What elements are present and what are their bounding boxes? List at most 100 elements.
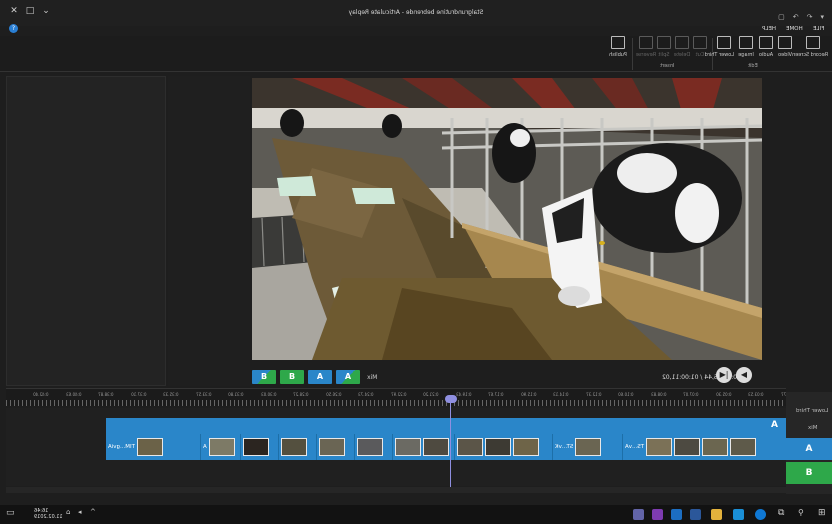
- reverse-button[interactable]: Reverse: [636, 36, 656, 58]
- ruler-label: 0:05.30: [715, 392, 731, 397]
- store-icon[interactable]: [755, 509, 766, 520]
- track-a-lane[interactable]: A: [106, 418, 786, 434]
- mix-track-label: Mix: [808, 425, 818, 431]
- tab-home[interactable]: HOME: [786, 26, 803, 36]
- network-icon[interactable]: ⌂: [66, 508, 70, 516]
- clip-thumbnail: [702, 438, 729, 456]
- delete-button[interactable]: Delete: [672, 36, 692, 58]
- sequence-buttons: B B A A: [252, 370, 360, 384]
- redo-icon[interactable]: ↷: [807, 13, 813, 21]
- playhead-handle[interactable]: [445, 395, 457, 403]
- clip-label: TIM...gviA: [108, 444, 136, 450]
- timeline-clip[interactable]: [393, 434, 455, 460]
- os-taskbar: ▭ 16:46 11.02.2019 ⌂ ◂ ^ ⧉ ⚲ ⊞: [0, 505, 832, 524]
- customize-icon[interactable]: ▾: [820, 13, 824, 21]
- lower-third-button[interactable]: Lower Third: [704, 36, 734, 58]
- timeline-clip[interactable]: TS...vA: [623, 434, 786, 460]
- image-button[interactable]: Image: [736, 36, 756, 58]
- timeline-scrollbar[interactable]: [6, 487, 786, 493]
- seq-b-button[interactable]: B: [280, 370, 304, 384]
- clip-thumbnail: [513, 438, 539, 456]
- tray-arrow-icon[interactable]: ^: [90, 508, 96, 516]
- timeline-clip[interactable]: [455, 434, 553, 460]
- timeline-clip[interactable]: [279, 434, 317, 460]
- timeline-clip[interactable]: [241, 434, 279, 460]
- outlook-icon[interactable]: [671, 509, 682, 520]
- timeline-clip[interactable]: A: [201, 434, 241, 460]
- record-screen-button[interactable]: Record Screen: [792, 36, 828, 58]
- taskbar-clock[interactable]: 16:46 11.02.2019: [34, 508, 63, 520]
- track-a-label: A: [771, 420, 778, 430]
- edge-icon[interactable]: [733, 509, 744, 520]
- menu-tabs: HELP HOME FILE: [762, 26, 824, 36]
- tab-help[interactable]: HELP: [762, 26, 776, 36]
- publish-button[interactable]: Publish: [608, 36, 628, 58]
- clip-thumbnail: [730, 438, 757, 456]
- clip-thumbnail: [137, 438, 164, 456]
- mix-label: Mix: [367, 374, 378, 381]
- file-explorer-icon[interactable]: [711, 509, 722, 520]
- timeline-clip[interactable]: [317, 434, 355, 460]
- ruler-label: 0:10.60: [618, 392, 634, 397]
- lower-third-icon: [717, 36, 731, 49]
- volume-icon[interactable]: ◂: [78, 508, 82, 516]
- timeline-ruler[interactable]: 0:42.40 0:40.63 0:38.87 0:37.10 0:35.33 …: [6, 388, 796, 406]
- media-library-panel[interactable]: [6, 76, 166, 386]
- window-title: Stalgrundrutine bebrende - Articulate Re…: [348, 9, 484, 16]
- timeline-clip[interactable]: [355, 434, 393, 460]
- seq-mix-a-button[interactable]: A: [336, 370, 360, 384]
- ruler-label: 0:40.63: [65, 392, 81, 397]
- ruler-label: 0:12.37: [585, 392, 601, 397]
- undo-icon[interactable]: ↶: [793, 13, 799, 21]
- clip-thumbnail: [208, 438, 235, 456]
- timeline-clip[interactable]: ST...vK: [553, 434, 623, 460]
- video-icon: [778, 36, 792, 49]
- ruler-label: 0:35.33: [163, 392, 179, 397]
- word-icon[interactable]: [690, 509, 701, 520]
- task-view-icon[interactable]: ⧉: [778, 508, 784, 518]
- track-a-header[interactable]: A: [786, 438, 832, 460]
- ruler-label: 0:30.03: [260, 392, 276, 397]
- clip-label: TS...vA: [625, 444, 645, 450]
- clip-thumbnail: [243, 438, 269, 456]
- track-b-header[interactable]: B: [786, 462, 832, 484]
- clip-thumbnail: [357, 438, 383, 456]
- quick-access-toolbar: ▢ ↶ ↷ ▾: [778, 13, 824, 21]
- next-frame-button[interactable]: ▶|: [716, 367, 732, 383]
- publish-icon: [611, 36, 625, 49]
- seq-mix-b-button[interactable]: B: [252, 370, 276, 384]
- clip-thumbnail: [423, 438, 449, 456]
- play-button[interactable]: ◀: [736, 367, 752, 383]
- ruler-label: 0:17.67: [488, 392, 504, 397]
- ruler-label: 0:22.97: [390, 392, 406, 397]
- ruler-label: 0:07.07: [683, 392, 699, 397]
- ruler-label: 0:14.13: [553, 392, 569, 397]
- start-icon[interactable]: ⊞: [818, 508, 826, 518]
- lower-third-label: Lower Third: [704, 52, 734, 58]
- save-icon[interactable]: ▢: [778, 13, 785, 21]
- help-icon[interactable]: ?: [9, 24, 18, 33]
- video-preview[interactable]: [252, 78, 762, 360]
- timeline-clip[interactable]: TIM...gviA: [106, 434, 201, 460]
- clip-label: A: [203, 444, 207, 450]
- search-icon[interactable]: ⚲: [798, 508, 804, 517]
- reverse-icon: [639, 36, 653, 49]
- notification-icon[interactable]: ▭: [6, 508, 15, 518]
- audio-button[interactable]: Audio: [756, 36, 776, 58]
- clock-date: 11.02.2019: [34, 514, 63, 520]
- barn-scene-image: [252, 78, 762, 360]
- split-button[interactable]: Split: [654, 36, 674, 58]
- teams-icon[interactable]: [633, 509, 644, 520]
- playhead-line: [450, 403, 451, 488]
- clip-thumbnail: [319, 438, 345, 456]
- clip-thumbnail: [485, 438, 511, 456]
- clip-thumbnail: [395, 438, 421, 456]
- publish-label: Publish: [609, 52, 627, 58]
- delete-icon: [675, 36, 689, 49]
- tab-file[interactable]: FILE: [813, 26, 824, 36]
- seq-a-button[interactable]: A: [308, 370, 332, 384]
- clip-thumbnail: [281, 438, 307, 456]
- cut-icon: [693, 36, 707, 49]
- onenote-icon[interactable]: [652, 509, 663, 520]
- image-icon: [739, 36, 753, 49]
